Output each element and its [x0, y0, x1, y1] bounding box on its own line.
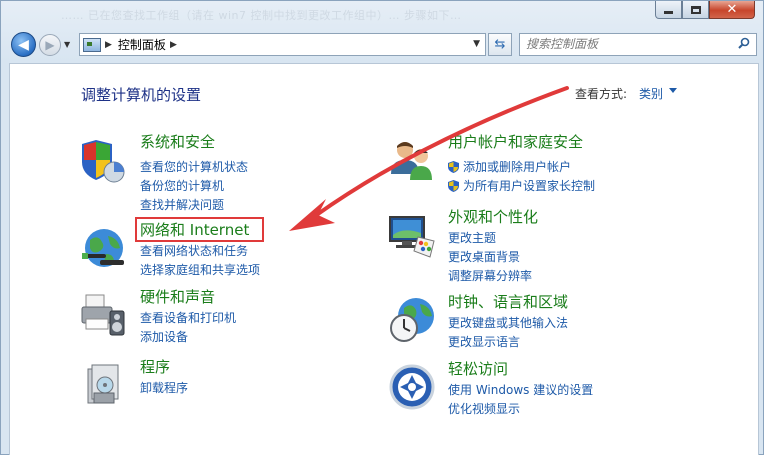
window-title-blurred: …… 已在您查找工作组（请在 win7 控制中找到更改工作组中）… 步骤如下…: [61, 9, 462, 22]
uac-shield-icon: [448, 161, 459, 173]
category-title[interactable]: 系统和安全: [140, 131, 215, 152]
page-title: 调整计算机的设置: [81, 86, 202, 104]
maximize-icon: [690, 5, 701, 14]
users-icon: [391, 142, 432, 180]
back-button[interactable]: ◀: [11, 32, 36, 57]
search-box: [519, 33, 757, 56]
ease-of-access-icon: [389, 364, 435, 410]
link-screen-resolution[interactable]: 调整屏幕分辨率: [448, 267, 532, 284]
forward-arrow-icon: ▶: [45, 38, 55, 52]
uac-shield-icon: [448, 180, 459, 192]
search-input[interactable]: [526, 34, 726, 54]
refresh-icon: ⇆: [494, 37, 506, 52]
recent-pages-dropdown[interactable]: ▼: [64, 40, 70, 49]
link-homegroup-sharing[interactable]: 选择家庭组和共享选项: [140, 261, 260, 278]
link-troubleshoot[interactable]: 查找并解决问题: [140, 196, 224, 213]
category-title[interactable]: 外观和个性化: [448, 206, 538, 227]
minimize-button[interactable]: [655, 1, 682, 19]
control-panel-window: …… 已在您查找工作组（请在 win7 控制中找到更改工作组中）… 步骤如下… …: [0, 0, 764, 455]
view-by-label: 查看方式:: [575, 87, 628, 101]
back-arrow-icon: ◀: [18, 36, 29, 53]
link-windows-recommended-settings[interactable]: 使用 Windows 建议的设置: [448, 381, 593, 398]
category-title[interactable]: 轻松访问: [448, 358, 508, 379]
security-shield-icon: [82, 140, 125, 183]
breadcrumb-control-panel[interactable]: 控制面板: [118, 36, 166, 53]
link-change-background[interactable]: 更改桌面背景: [448, 248, 520, 265]
navigation-bar: ◀ ▶ ▼ ▶ 控制面板 ▶ ▼ ⇆: [1, 29, 763, 61]
category-title[interactable]: 时钟、语言和区域: [448, 291, 568, 312]
breadcrumb-separator-icon[interactable]: ▶: [105, 40, 112, 50]
link-parental-controls[interactable]: 为所有用户设置家长控制: [448, 177, 595, 194]
link-change-display-language[interactable]: 更改显示语言: [448, 333, 520, 350]
link-view-computer-status[interactable]: 查看您的计算机状态: [140, 158, 248, 175]
link-backup-computer[interactable]: 备份您的计算机: [140, 177, 224, 194]
view-by-chevron-icon[interactable]: [669, 88, 677, 93]
content-pane: 调整计算机的设置 查看方式: 类别 系统和安全 查看您的计算机状态 备份您的计算…: [9, 63, 759, 455]
printer-icon: [81, 294, 125, 336]
monitor-palette-icon: [389, 216, 435, 258]
address-bar[interactable]: ▶ 控制面板 ▶ ▼: [79, 33, 486, 56]
link-devices-printers[interactable]: 查看设备和打印机: [140, 309, 236, 326]
annotation-highlight-box: [135, 217, 264, 242]
view-by-dropdown[interactable]: 类别: [639, 85, 663, 102]
link-uninstall-program[interactable]: 卸载程序: [140, 379, 188, 396]
close-button[interactable]: ✕: [709, 1, 755, 19]
title-bar[interactable]: …… 已在您查找工作组（请在 win7 控制中找到更改工作组中）… 步骤如下… …: [1, 1, 763, 29]
link-add-device[interactable]: 添加设备: [140, 328, 188, 345]
control-panel-icon: [83, 37, 101, 52]
caption-buttons: ✕: [655, 1, 755, 19]
forward-button[interactable]: ▶: [39, 34, 61, 56]
link-optimize-video-display[interactable]: 优化视频显示: [448, 400, 520, 417]
close-icon: ✕: [726, 2, 738, 17]
link-change-keyboard-input[interactable]: 更改键盘或其他输入法: [448, 314, 568, 331]
link-text: 为所有用户设置家长控制: [463, 179, 596, 193]
category-title[interactable]: 程序: [140, 356, 170, 377]
search-icon[interactable]: [738, 37, 750, 49]
maximize-button[interactable]: [682, 1, 709, 19]
clock-globe-icon: [390, 298, 434, 342]
category-title[interactable]: 硬件和声音: [140, 286, 215, 307]
link-text: 添加或删除用户帐户: [463, 160, 572, 174]
network-globe-icon: [82, 229, 124, 267]
minimize-icon: [664, 11, 673, 14]
link-add-remove-accounts[interactable]: 添加或删除用户帐户: [448, 158, 571, 175]
breadcrumb-chevron-icon[interactable]: ▶: [170, 40, 177, 50]
link-network-status[interactable]: 查看网络状态和任务: [140, 242, 248, 259]
link-change-theme[interactable]: 更改主题: [448, 229, 496, 246]
category-title[interactable]: 用户帐户和家庭安全: [448, 131, 583, 152]
address-dropdown-icon[interactable]: ▼: [473, 39, 480, 49]
programs-box-icon: [87, 364, 119, 404]
refresh-button[interactable]: ⇆: [488, 33, 512, 56]
